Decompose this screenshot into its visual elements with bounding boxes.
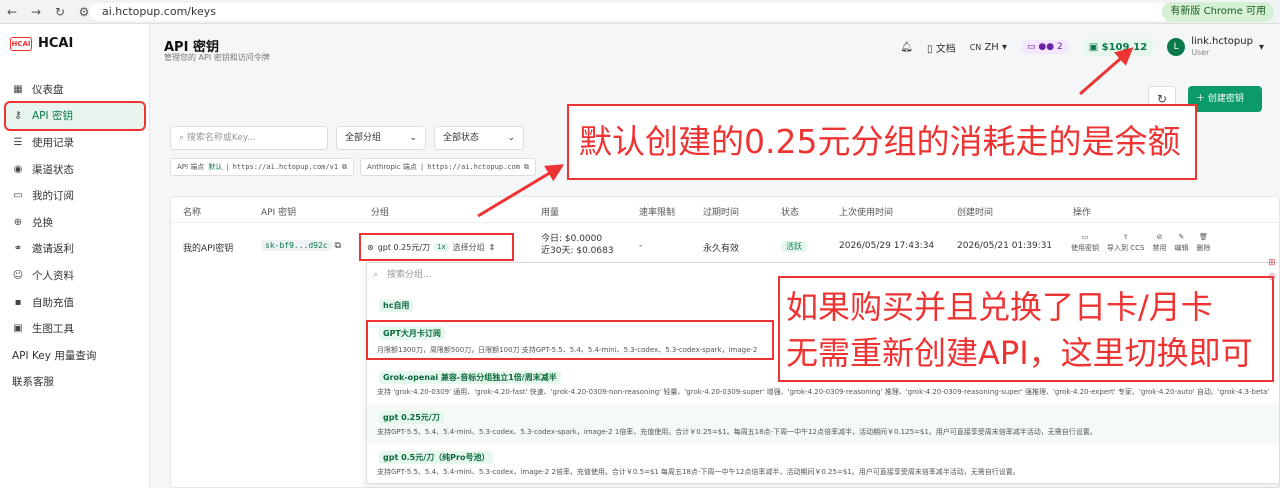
translate-icon[interactable]: ⊞ [1268,258,1276,268]
tool-icon[interactable]: ◎ [1268,272,1276,282]
side-tools: ⊞ ◎ [1268,258,1276,282]
arrow-to-group [477,164,565,218]
arrow-to-balance [1079,47,1134,96]
annotation-arrows [477,47,1134,218]
